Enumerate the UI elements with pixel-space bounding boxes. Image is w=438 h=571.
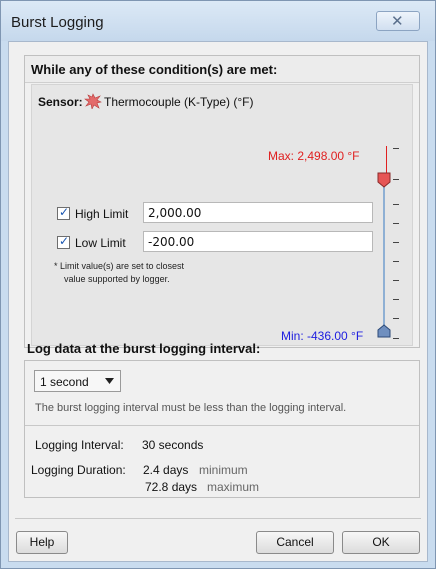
- conditions-header-bar: While any of these condition(s) are met:: [25, 56, 419, 83]
- slider-tick: [393, 204, 399, 205]
- duration-min-word: minimum: [199, 463, 248, 477]
- max-slider-handle[interactable]: [377, 172, 391, 188]
- high-limit-label: High Limit: [75, 207, 129, 221]
- interval-divider: [25, 425, 419, 426]
- low-limit-label: Low Limit: [75, 236, 126, 250]
- low-limit-checkbox[interactable]: [57, 234, 70, 249]
- slider-tick: [393, 179, 399, 180]
- close-button[interactable]: ✕: [376, 11, 420, 31]
- slider-tick: [393, 280, 399, 281]
- sensor-name: Thermocouple (K-Type) (°F): [104, 95, 254, 109]
- slider-tick: [393, 261, 399, 262]
- slider-tick: [393, 148, 399, 149]
- limit-note-line1: * Limit value(s) are set to closest: [54, 261, 185, 271]
- duration-max-value: 72.8 days: [145, 480, 198, 494]
- high-limit-checkbox[interactable]: [57, 205, 70, 220]
- thermocouple-icon: [84, 93, 102, 109]
- slider-tick: [393, 318, 399, 319]
- cancel-button[interactable]: Cancel: [256, 531, 334, 554]
- sensor-label: Sensor:: [38, 95, 83, 109]
- limit-slider-track: [383, 181, 385, 329]
- slider-tick: [393, 223, 399, 224]
- conditions-header: While any of these condition(s) are met:: [31, 62, 278, 77]
- logging-interval-value: 30 seconds: [142, 438, 204, 452]
- slider-tick: [393, 338, 399, 339]
- title-bar: Burst Logging ✕: [1, 1, 435, 41]
- max-label: Max: 2,498.00 °F: [268, 149, 360, 163]
- close-icon: ✕: [391, 12, 404, 30]
- low-limit-input[interactable]: -200.00: [143, 231, 373, 252]
- chevron-down-icon: [105, 378, 114, 384]
- ok-button[interactable]: OK: [342, 531, 420, 554]
- interval-select[interactable]: 1 second: [34, 370, 121, 392]
- slider-tick: [393, 242, 399, 243]
- duration-max-word: maximum: [207, 480, 260, 494]
- interval-select-value: 1 second: [40, 375, 89, 389]
- window-title: Burst Logging: [11, 14, 104, 31]
- logging-interval-label: Logging Interval:: [35, 438, 124, 452]
- interval-header: Log data at the burst logging interval:: [27, 341, 261, 356]
- duration-min-value: 2.4 days: [143, 463, 189, 477]
- interval-hint: The burst logging interval must be less …: [35, 402, 347, 414]
- limit-note-line2: value supported by logger.: [64, 274, 170, 284]
- interval-panel: 1 second The burst logging interval must…: [24, 360, 420, 498]
- sensor-box: Sensor: Thermocouple (K-Type) (°F) Max: …: [31, 84, 413, 346]
- slider-tick: [393, 299, 399, 300]
- min-label: Min: -436.00 °F: [281, 329, 364, 343]
- conditions-panel: While any of these condition(s) are met:…: [24, 55, 420, 348]
- min-slider-handle[interactable]: [377, 324, 391, 338]
- logging-duration-label: Logging Duration:: [31, 463, 126, 477]
- burst-logging-dialog: Burst Logging ✕ While any of these condi…: [0, 0, 436, 569]
- high-limit-input[interactable]: 2,000.00: [143, 202, 373, 223]
- dialog-body: While any of these condition(s) are met:…: [8, 41, 428, 562]
- help-button[interactable]: Help: [16, 531, 68, 554]
- footer-divider: [15, 518, 421, 519]
